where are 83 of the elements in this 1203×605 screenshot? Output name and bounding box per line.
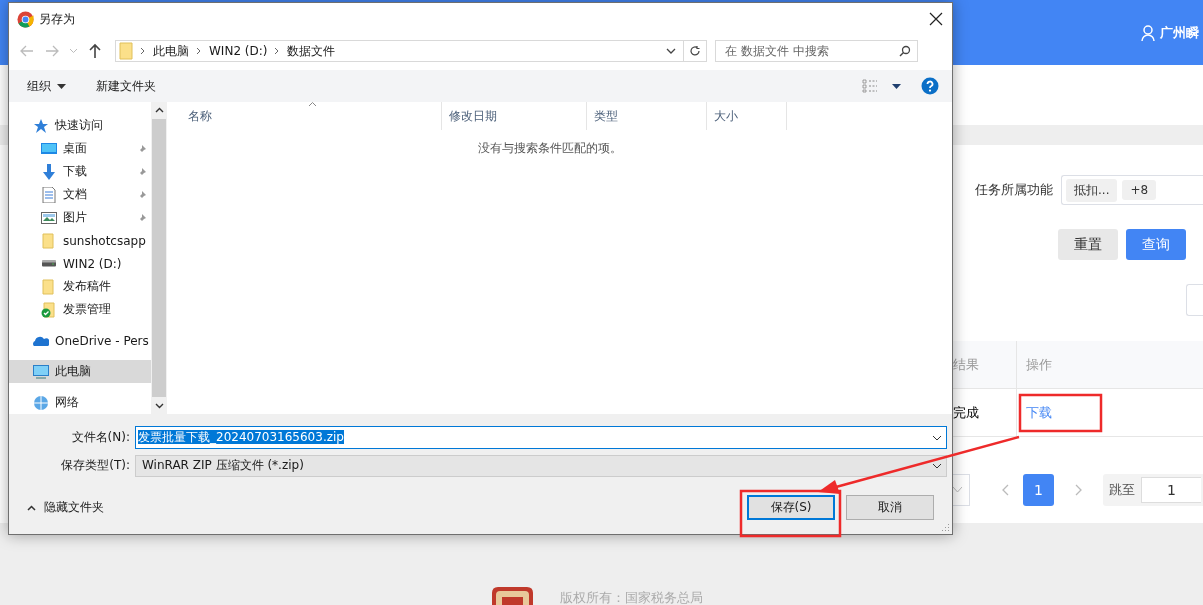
forward-icon[interactable]: [44, 43, 60, 59]
filename-label: 文件名(N):: [70, 429, 131, 446]
desktop-icon: [41, 140, 57, 157]
dropdown-icon: [932, 462, 942, 469]
resize-grip-icon[interactable]: [940, 522, 950, 532]
breadcrumb-item[interactable]: WIN2 (D:): [209, 44, 268, 58]
computer-icon: [33, 363, 49, 380]
folder-icon: [41, 278, 57, 295]
search-field[interactable]: 在 数据文件 中搜索: [715, 40, 918, 62]
back-icon[interactable]: [19, 43, 35, 59]
reset-button[interactable]: 重置: [1058, 229, 1118, 260]
folder-icon: [41, 232, 57, 249]
nav-item[interactable]: 桌面: [9, 137, 151, 160]
jump-label: 跳至: [1109, 481, 1135, 499]
view-options-icon[interactable]: [862, 79, 878, 93]
nav-item[interactable]: 发布稿件: [9, 275, 151, 298]
download-link[interactable]: 下载: [1026, 403, 1052, 422]
document-icon: [41, 186, 57, 203]
help-icon[interactable]: [921, 77, 939, 95]
organize-menu[interactable]: 组织: [27, 75, 66, 97]
column-header[interactable]: 修改日期: [442, 102, 587, 130]
query-button[interactable]: 查询: [1126, 229, 1186, 260]
select-tag: +8: [1122, 180, 1157, 200]
new-folder-button[interactable]: 新建文件夹: [96, 75, 156, 97]
user-name: 广州瞬: [1160, 23, 1199, 42]
filename-field[interactable]: 发票批量下载_20240703165603.zip: [135, 426, 947, 449]
filename-text: 发票批量下载_20240703165603.zip: [138, 430, 344, 444]
copyright-text: 版权所有：国家税务总局: [560, 589, 703, 605]
nav-item[interactable]: sunshotcsapp: [9, 229, 151, 252]
toolbar-button[interactable]: [1186, 284, 1203, 316]
breadcrumb-item[interactable]: 此电脑: [153, 42, 189, 60]
column-header[interactable]: 大小: [707, 102, 787, 130]
scroll-up-icon[interactable]: [154, 106, 164, 115]
close-icon[interactable]: [928, 11, 944, 27]
search-icon: [899, 45, 911, 57]
filetype-label: 保存类型(T):: [60, 457, 131, 474]
user-icon: [1141, 24, 1155, 41]
drive-icon: [41, 260, 57, 267]
scroll-down-icon[interactable]: [154, 401, 164, 410]
synced-folder-icon: [41, 301, 57, 318]
cancel-button[interactable]: 取消: [846, 495, 934, 520]
hide-folders-toggle[interactable]: 隐藏文件夹: [21, 498, 110, 517]
star-icon: [33, 117, 49, 134]
refresh-icon[interactable]: [689, 45, 701, 57]
up-icon[interactable]: [87, 43, 103, 59]
caret-icon[interactable]: [892, 83, 901, 89]
caret-icon: [953, 487, 962, 493]
save-button[interactable]: 保存(S): [747, 495, 835, 520]
window-title: 另存为: [39, 10, 76, 28]
nav-item[interactable]: 发票管理: [9, 298, 151, 321]
folder-icon: [119, 42, 133, 60]
nav-item[interactable]: 图片: [9, 206, 151, 229]
nav-item[interactable]: OneDrive - Pers: [9, 329, 151, 352]
page-input[interactable]: 1: [1141, 477, 1201, 503]
picture-icon: [41, 209, 57, 226]
chevron-icon: [139, 47, 147, 55]
page-button[interactable]: 1: [1023, 474, 1054, 506]
chevron-icon: [27, 504, 36, 511]
function-select[interactable]: 抵扣... +8: [1061, 175, 1203, 205]
scrollbar[interactable]: [151, 102, 167, 414]
nav-item[interactable]: 文档: [9, 183, 151, 206]
column-header: 操作: [1025, 355, 1053, 374]
column-header[interactable]: 类型: [587, 102, 707, 130]
browser-icon: [17, 10, 34, 28]
sort-icon: [308, 101, 317, 107]
filetype-select[interactable]: WinRAR ZIP 压缩文件 (*.zip): [135, 454, 947, 477]
nav-item[interactable]: 网络: [9, 391, 151, 414]
column-header[interactable]: 名称: [167, 102, 442, 130]
filter-label: 任务所属功能: [975, 181, 1053, 199]
nav-item[interactable]: 快速访问: [9, 114, 151, 137]
nav-item[interactable]: 此电脑: [9, 360, 151, 383]
dropdown-icon[interactable]: [932, 434, 942, 441]
download-icon: [41, 163, 57, 180]
empty-message: 没有与搜索条件匹配的项。: [476, 140, 623, 157]
address-bar[interactable]: 此电脑 WIN2 (D:) 数据文件: [115, 40, 707, 62]
breadcrumb-item[interactable]: 数据文件: [287, 42, 336, 60]
chevron-icon: [195, 47, 203, 55]
nav-item[interactable]: 下载: [9, 160, 151, 183]
nav-item[interactable]: WIN2 (D:): [9, 252, 151, 275]
select-tag: 抵扣...: [1066, 178, 1118, 202]
emblem-icon: [490, 585, 535, 605]
caret-icon: [57, 83, 66, 89]
network-icon: [33, 394, 49, 411]
